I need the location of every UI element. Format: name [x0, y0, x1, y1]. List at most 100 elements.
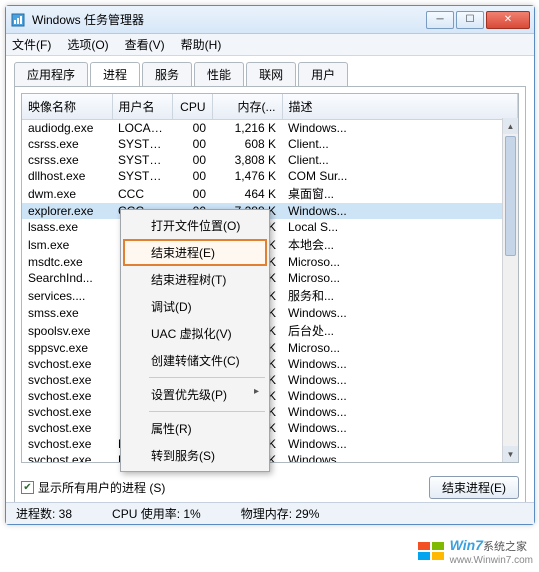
table-row[interactable]: csrss.exeSYSTEM00608 KClient... — [22, 136, 518, 152]
cell-name: lsass.exe — [22, 219, 112, 235]
cell-cpu: 00 — [172, 152, 212, 168]
cell-name: services.... — [22, 286, 112, 305]
cell-name: spoolsv.exe — [22, 321, 112, 340]
menu-view[interactable]: 查看(V) — [125, 36, 165, 53]
cell-desc: 桌面窗... — [282, 184, 518, 203]
col-image-name[interactable]: 映像名称 — [22, 94, 112, 120]
cell-name: sppsvc.exe — [22, 340, 112, 356]
titlebar[interactable]: Windows 任务管理器 ─ ☐ ✕ — [6, 6, 534, 34]
scroll-up-icon[interactable]: ▲ — [503, 118, 518, 134]
tab-processes[interactable]: 进程 — [90, 62, 140, 86]
vertical-scrollbar[interactable]: ▲ ▼ — [502, 118, 518, 462]
col-user[interactable]: 用户名 — [112, 94, 172, 120]
cell-memory: 608 K — [212, 136, 282, 152]
menu-create-dump[interactable]: 创建转储文件(C) — [123, 347, 267, 374]
cell-memory: 464 K — [212, 184, 282, 203]
tab-applications[interactable]: 应用程序 — [14, 62, 88, 86]
show-all-users-label: 显示所有用户的进程 (S) — [38, 479, 165, 496]
cell-memory: 3,808 K — [212, 152, 282, 168]
show-all-users-checkbox[interactable]: ✔ — [21, 481, 34, 494]
menu-separator — [149, 377, 265, 378]
cell-memory: 1,216 K — [212, 120, 282, 137]
col-cpu[interactable]: CPU — [172, 94, 212, 120]
cell-desc: Microso... — [282, 340, 518, 356]
cell-name: svchost.exe — [22, 404, 112, 420]
cell-name: smss.exe — [22, 305, 112, 321]
cell-memory: 1,476 K — [212, 168, 282, 184]
menu-uac-virtualization[interactable]: UAC 虚拟化(V) — [123, 320, 267, 347]
menu-separator — [149, 411, 265, 412]
cell-name: svchost.exe — [22, 356, 112, 372]
app-icon — [10, 12, 26, 28]
status-cpu-usage: CPU 使用率: 1% — [112, 505, 201, 522]
tab-performance[interactable]: 性能 — [194, 62, 244, 86]
statusbar: 进程数: 38 CPU 使用率: 1% 物理内存: 29% — [6, 502, 534, 524]
menu-end-process-tree[interactable]: 结束进程树(T) — [123, 266, 267, 293]
cell-desc: 本地会... — [282, 235, 518, 254]
table-row[interactable]: dllhost.exeSYSTEM001,476 KCOM Sur... — [22, 168, 518, 184]
menu-options[interactable]: 选项(O) — [67, 36, 108, 53]
cell-desc: Microso... — [282, 270, 518, 286]
watermark: Win7系统之家 www.Winwin7.com — [418, 537, 533, 566]
menubar: 文件(F) 选项(O) 查看(V) 帮助(H) — [6, 34, 534, 56]
menu-goto-service[interactable]: 转到服务(S) — [123, 442, 267, 469]
menu-debug[interactable]: 调试(D) — [123, 293, 267, 320]
cell-desc: Windows... — [282, 452, 518, 463]
cell-name: lsm.exe — [22, 235, 112, 254]
cell-desc: Windows... — [282, 420, 518, 436]
col-description[interactable]: 描述 — [282, 94, 518, 120]
col-memory[interactable]: 内存(... — [212, 94, 282, 120]
menu-end-process[interactable]: 结束进程(E) — [123, 239, 267, 266]
maximize-button[interactable]: ☐ — [456, 11, 484, 29]
windows-logo-icon — [418, 542, 446, 562]
cell-user: CCC — [112, 184, 172, 203]
cell-name: dllhost.exe — [22, 168, 112, 184]
cell-desc: 服务和... — [282, 286, 518, 305]
close-button[interactable]: ✕ — [486, 11, 530, 29]
cell-desc: Windows... — [282, 404, 518, 420]
cell-name: SearchInd... — [22, 270, 112, 286]
cell-desc: Windows... — [282, 388, 518, 404]
task-manager-window: Windows 任务管理器 ─ ☐ ✕ 文件(F) 选项(O) 查看(V) 帮助… — [5, 5, 535, 525]
menu-help[interactable]: 帮助(H) — [181, 36, 222, 53]
watermark-brand2: 系统之家 — [483, 541, 527, 553]
menu-set-priority[interactable]: 设置优先级(P) — [123, 381, 267, 408]
table-row[interactable]: csrss.exeSYSTEM003,808 KClient... — [22, 152, 518, 168]
cell-user: SYSTEM — [112, 168, 172, 184]
menu-properties[interactable]: 属性(R) — [123, 415, 267, 442]
cell-name: explorer.exe — [22, 203, 112, 219]
tab-services[interactable]: 服务 — [142, 62, 192, 86]
cell-name: dwm.exe — [22, 184, 112, 203]
scroll-thumb[interactable] — [505, 136, 516, 256]
tab-networking[interactable]: 联网 — [246, 62, 296, 86]
cell-desc: Windows... — [282, 436, 518, 452]
cell-cpu: 00 — [172, 184, 212, 203]
menu-file[interactable]: 文件(F) — [12, 36, 51, 53]
cell-user: SYSTEM — [112, 152, 172, 168]
cell-desc: COM Sur... — [282, 168, 518, 184]
tab-users[interactable]: 用户 — [298, 62, 348, 86]
scroll-down-icon[interactable]: ▼ — [503, 446, 518, 462]
table-row[interactable]: dwm.exeCCC00464 K桌面窗... — [22, 184, 518, 203]
cell-user: LOCAL... — [112, 120, 172, 137]
cell-desc: Client... — [282, 136, 518, 152]
end-process-button[interactable]: 结束进程(E) — [429, 476, 519, 499]
cell-desc: Client... — [282, 152, 518, 168]
cell-name: svchost.exe — [22, 372, 112, 388]
cell-name: csrss.exe — [22, 152, 112, 168]
process-list: 映像名称 用户名 CPU 内存(... 描述 audiodg.exeLOCAL.… — [21, 93, 519, 463]
table-row[interactable]: audiodg.exeLOCAL...001,216 KWindows... — [22, 120, 518, 137]
cell-user: SYSTEM — [112, 136, 172, 152]
watermark-brand1: Win7 — [450, 537, 483, 553]
cell-name: svchost.exe — [22, 388, 112, 404]
cell-cpu: 00 — [172, 120, 212, 137]
cell-name: svchost.exe — [22, 436, 112, 452]
cell-desc: Windows... — [282, 372, 518, 388]
tabs: 应用程序 进程 服务 性能 联网 用户 — [6, 56, 534, 86]
cell-desc: Windows... — [282, 305, 518, 321]
context-menu: 打开文件位置(O) 结束进程(E) 结束进程树(T) 调试(D) UAC 虚拟化… — [120, 209, 270, 472]
menu-open-file-location[interactable]: 打开文件位置(O) — [123, 212, 267, 239]
status-process-count: 进程数: 38 — [16, 505, 72, 522]
cell-name: audiodg.exe — [22, 120, 112, 137]
minimize-button[interactable]: ─ — [426, 11, 454, 29]
